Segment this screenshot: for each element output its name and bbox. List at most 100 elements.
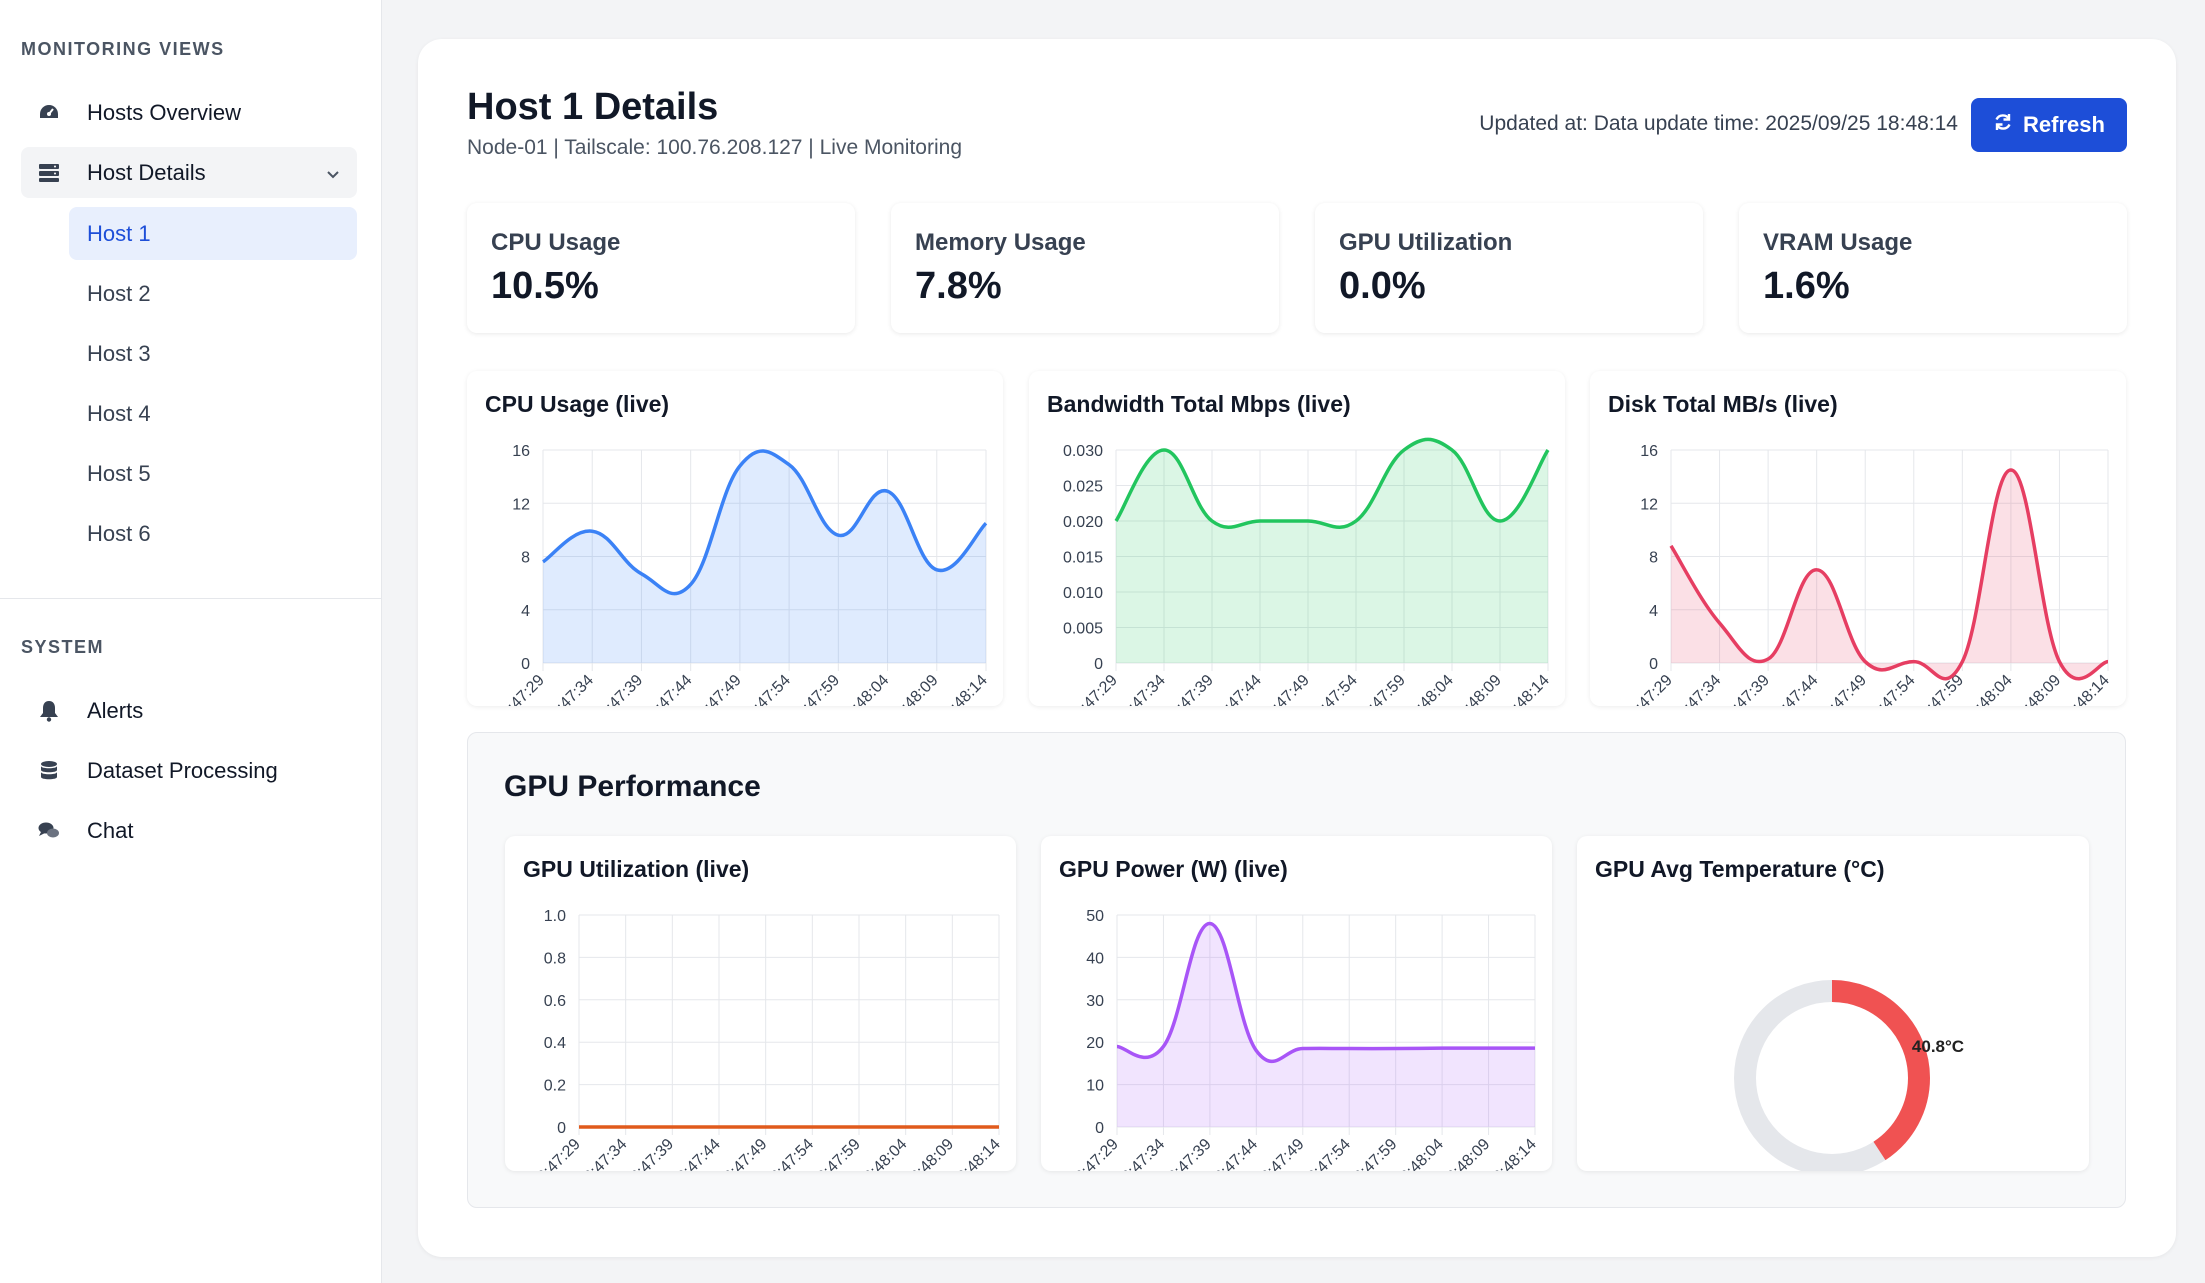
nav-alerts-label: Alerts: [87, 697, 144, 723]
series-area: [543, 450, 986, 663]
nav-host-details-label: Host Details: [87, 159, 206, 185]
x-tick-label: 18:48:14: [1484, 1136, 1540, 1171]
refresh-button[interactable]: Refresh: [1971, 98, 2127, 152]
server-icon: [37, 161, 61, 185]
sidebar-item-host-2[interactable]: Host 2: [69, 267, 357, 320]
x-tick-label: 18:48:04: [1401, 672, 1457, 706]
y-tick-label: 8: [521, 550, 530, 567]
system-label: SYSTEM: [21, 637, 105, 657]
stat-card-vram: VRAM Usage 1.6%: [1739, 203, 2127, 333]
y-tick-label: 30: [1086, 993, 1104, 1010]
cpu-chart-card: CPU Usage (live) 0 4 8 12 16 18:47:29 18:47:34…: [467, 371, 1003, 706]
x-tick-label: 18:47:54: [1863, 672, 1919, 706]
x-tick-label: 18:47:44: [1765, 672, 1821, 706]
y-tick-label: 8: [1649, 550, 1658, 567]
x-tick-label: 18:48:04: [854, 1136, 910, 1171]
y-tick-label: 0.015: [1063, 550, 1103, 567]
gpu-util-chart-card: GPU Utilization (live) 0 0.2 0.4 0.6 0.8 1.0 1…: [505, 836, 1016, 1171]
x-tick-label: 18:47:44: [1205, 1136, 1261, 1171]
stat-card-cpu: CPU Usage 10.5%: [467, 203, 855, 333]
y-tick-label: 10: [1086, 1078, 1104, 1095]
y-tick-label: 0: [1649, 656, 1658, 673]
x-tick-label: 18:47:39: [1159, 1136, 1215, 1171]
nav-chat[interactable]: Chat: [21, 805, 357, 856]
x-tick-label: 18:47:44: [668, 1136, 724, 1171]
x-tick-label: 18:47:54: [1298, 1136, 1354, 1171]
sidebar-item-host-3[interactable]: Host 3: [69, 327, 357, 380]
y-tick-label: 4: [1649, 603, 1658, 620]
nav-hosts-overview[interactable]: Hosts Overview: [21, 87, 357, 138]
stat-card-memory: Memory Usage 7.8%: [891, 203, 1279, 333]
stat-card-gpu: GPU Utilization 0.0%: [1315, 203, 1703, 333]
x-tick-label: 18:47:29: [528, 1136, 584, 1171]
x-tick-label: 18:48:09: [886, 672, 942, 706]
nav-host-details[interactable]: Host Details: [21, 147, 357, 198]
x-tick-label: 18:48:14: [1497, 672, 1553, 706]
gpu-util-chart: 0 0.2 0.4 0.6 0.8 1.0 18:47:2918:47:3418:47:39…: [528, 908, 1004, 1171]
gpu-temp-chart: 40.8°C: [1734, 980, 1964, 1171]
gpu-power-chart-card: GPU Power (W) (live) 0 10 20 30 40 50 18:47:29…: [1041, 836, 1552, 1171]
x-tick-label: 18:47:29: [1065, 672, 1121, 706]
y-tick-label: 50: [1086, 908, 1104, 925]
sidebar-item-host-1[interactable]: Host 1: [69, 207, 357, 260]
x-tick-label: 18:47:59: [787, 672, 843, 706]
y-tick-label: 0.020: [1063, 514, 1103, 531]
x-tick-label: 18:47:59: [808, 1136, 864, 1171]
stat-value: 0.0%: [1339, 265, 1426, 307]
x-tick-label: 18:47:49: [714, 1136, 770, 1171]
x-tick-label: 18:47:44: [1209, 672, 1265, 706]
sidebar-divider: [0, 598, 381, 599]
database-icon: [37, 759, 61, 783]
y-tick-label: 0: [521, 656, 530, 673]
x-tick-label: 18:47:29: [492, 672, 548, 706]
x-tick-label: 18:47:39: [590, 672, 646, 706]
gpu-power-chart: 0102030405018:47:2918:47:3418:47:3918:47…: [1066, 908, 1540, 1171]
nav-dataset-processing[interactable]: Dataset Processing: [21, 745, 357, 796]
y-tick-label: 0: [557, 1120, 566, 1137]
y-tick-label: 12: [1640, 496, 1658, 513]
x-tick-label: 18:47:49: [1814, 672, 1870, 706]
cpu-chart: 048121618:47:2918:47:3418:47:3918:47:441…: [492, 443, 991, 706]
sidebar-item-host-4[interactable]: Host 4: [69, 387, 357, 440]
x-tick-label: 18:47:39: [1161, 672, 1217, 706]
disk-chart: 048121618:47:2918:47:3418:47:3918:47:441…: [1620, 443, 2113, 706]
x-tick-label: 18:48:14: [948, 1136, 1004, 1171]
nav-dataset-processing-label: Dataset Processing: [87, 757, 278, 783]
x-tick-label: 18:47:49: [1252, 1136, 1308, 1171]
y-tick-label: 12: [512, 496, 530, 513]
updated-timestamp: Updated at: Data update time: 2025/09/25…: [1479, 112, 1958, 135]
x-tick-label: 18:48:04: [836, 672, 892, 706]
x-tick-label: 18:47:39: [621, 1136, 677, 1171]
disk-chart-card: Disk Total MB/s (live) 0 4 8 12 16 18:47:29 18…: [1590, 371, 2126, 706]
sidebar-item-host-5[interactable]: Host 5: [69, 447, 357, 500]
x-tick-label: 18:47:54: [738, 672, 794, 706]
nav-alerts[interactable]: Alerts: [21, 685, 357, 736]
sidebar-item-host-6[interactable]: Host 6: [69, 507, 357, 560]
x-tick-label: 18:47:44: [639, 672, 695, 706]
stat-value: 1.6%: [1763, 265, 1850, 307]
series-area: [1117, 923, 1535, 1127]
x-tick-label: 18:48:09: [901, 1136, 957, 1171]
y-tick-label: 0.005: [1063, 621, 1103, 638]
bandwidth-chart: 00.0050.0100.0150.0200.0250.03018:47:291…: [1063, 437, 1553, 706]
series-area: [1116, 439, 1548, 663]
y-tick-label: 0.6: [544, 993, 566, 1010]
x-tick-label: 18:47:34: [574, 1136, 630, 1171]
nav-hosts-overview-label: Hosts Overview: [87, 99, 242, 125]
x-tick-label: 18:48:04: [1391, 1136, 1447, 1171]
x-tick-label: 18:47:54: [1305, 672, 1361, 706]
y-tick-label: 1.0: [544, 908, 566, 925]
page-subtitle: Node-01 | Tailscale: 100.76.208.127 | Li…: [467, 136, 963, 159]
x-tick-label: 18:48:09: [1437, 1136, 1493, 1171]
dashboard-icon: [37, 101, 61, 125]
stat-value: 7.8%: [915, 265, 1002, 307]
bandwidth-chart-card: Bandwidth Total Mbps (live) 0 0.005 0.010 0…: [1029, 371, 1565, 706]
y-tick-label: 0: [1095, 1120, 1104, 1137]
y-tick-label: 0: [1094, 656, 1103, 673]
chevron-down-icon: [325, 162, 341, 188]
y-tick-label: 0.025: [1063, 479, 1103, 496]
gauge-value-label: 40.8°C: [1912, 1037, 1964, 1056]
stat-label: CPU Usage: [491, 229, 621, 256]
gpu-section-title: GPU Performance: [504, 770, 761, 803]
y-tick-label: 16: [512, 443, 530, 460]
